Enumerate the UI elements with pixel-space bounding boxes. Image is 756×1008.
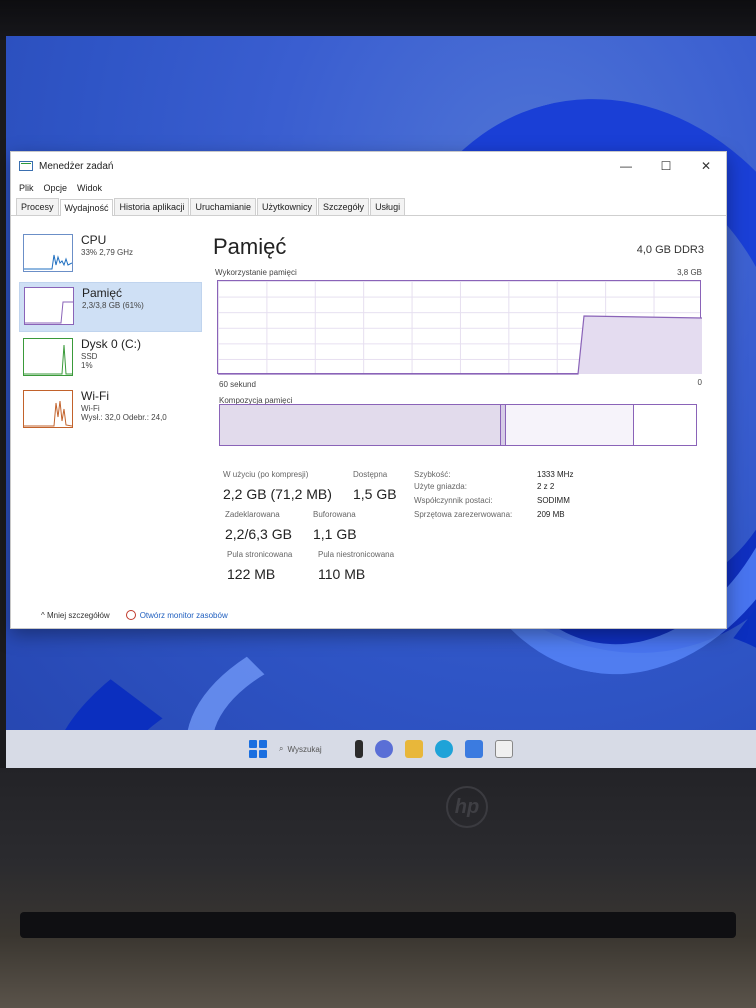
nonpaged-pool-label: Pula niestronicowana: [318, 550, 395, 559]
slots-label: Użyte gniazda:: [414, 482, 467, 491]
slots-value: 2 z 2: [537, 482, 555, 491]
fewer-details-button[interactable]: ^ Mniej szczegółów: [41, 611, 110, 620]
memory-composition-bar: [219, 404, 697, 446]
cpu-sparkline: [24, 254, 73, 270]
memory-mini-graph: [24, 287, 74, 325]
paged-pool-label: Pula stronicowana: [227, 550, 293, 559]
task-manager-taskbar-icon[interactable]: [495, 740, 513, 758]
available-label: Dostępna: [353, 470, 388, 479]
in-use-value: 2,2 GB (71,2 MB): [223, 486, 332, 502]
search-icon: ⌕: [279, 744, 284, 753]
disk-mini-graph: [23, 338, 73, 376]
committed-label: Zadeklarowana: [225, 510, 280, 519]
available-value: 1,5 GB: [353, 486, 397, 502]
usage-graph-max: 3,8 GB: [677, 268, 702, 277]
sidebar-item-wifi[interactable]: Wi-Fi Wi-Fi Wysł.: 32,0 Odebr.: 24,0: [19, 386, 202, 436]
disk-sparkline: [24, 344, 72, 375]
taskbar-search[interactable]: ⌕ Wyszukaj: [279, 739, 343, 759]
cached-label: Buforowana: [313, 510, 356, 519]
speed-value: 1333 MHz: [537, 470, 574, 479]
chat-icon[interactable]: [375, 740, 393, 758]
speed-label: Szybkość:: [414, 470, 451, 479]
tab-performance[interactable]: Wydajność: [59, 199, 114, 216]
sidebar-item-memory[interactable]: Pamięć 2,3/3,8 GB (61%): [19, 282, 202, 332]
resource-monitor-label: Otwórz monitor zasobów: [139, 610, 228, 620]
maximize-button[interactable]: ☐: [646, 159, 686, 173]
tab-processes[interactable]: Procesy: [16, 198, 59, 215]
menu-view[interactable]: Widok: [77, 183, 102, 193]
form-factor-label: Współczynnik postaci:: [414, 496, 493, 505]
nonpaged-pool-value: 110 MB: [318, 566, 366, 582]
committed-value: 2,2/6,3 GB: [225, 526, 292, 542]
wifi-mini-graph: [23, 390, 73, 428]
sidebar-wifi-adapter: Wi-Fi: [81, 403, 100, 413]
composition-in-use: [220, 405, 501, 445]
tab-services[interactable]: Usługi: [370, 198, 406, 215]
tab-bar: Procesy Wydajność Historia aplikacji Uru…: [11, 196, 726, 216]
sidebar-cpu-title: CPU: [81, 233, 107, 247]
in-use-label: W użyciu (po kompresji): [223, 470, 309, 479]
page-title: Pamięć: [213, 234, 287, 259]
sidebar-item-disk[interactable]: Dysk 0 (C:) SSD 1%: [19, 334, 202, 384]
resource-monitor-link[interactable]: Otwórz monitor zasobów: [125, 610, 228, 620]
tab-app-history[interactable]: Historia aplikacji: [114, 198, 190, 215]
file-explorer-icon[interactable]: [405, 740, 423, 758]
composition-standby: [505, 405, 635, 445]
window-title: Menedżer zadań: [39, 160, 114, 172]
laptop-function-keys: [20, 912, 736, 938]
memory-panel: Pamięć 4,0 GB DDR3 Wykorzystanie pamięci…: [211, 230, 716, 610]
time-axis-label: 60 sekund: [219, 380, 256, 389]
edge-browser-icon[interactable]: [435, 740, 453, 758]
paged-pool-value: 122 MB: [227, 566, 276, 582]
title-bar: Menedżer zadań — ☐ ✕: [11, 152, 726, 180]
wifi-sparkline: [24, 400, 73, 427]
hp-logo: hp: [446, 786, 488, 828]
performance-sidebar: CPU 33% 2,79 GHz Pamięć 2,3/3,8 GB (61%): [19, 230, 202, 440]
close-button[interactable]: ✕: [686, 159, 726, 173]
sidebar-memory-title: Pamięć: [82, 286, 123, 300]
resource-monitor-icon: [125, 610, 136, 620]
taskbar-search-label: Wyszukaj: [287, 744, 322, 754]
sidebar-disk-title: Dysk 0 (C:): [81, 337, 141, 351]
memory-usage-line: [218, 315, 703, 375]
cpu-mini-graph: [23, 234, 73, 272]
task-view-icon[interactable]: [355, 740, 363, 758]
usage-graph-label: Wykorzystanie pamięci: [215, 268, 297, 277]
start-button[interactable]: [249, 740, 267, 758]
taskbar: ⌕ Wyszukaj: [6, 730, 756, 768]
sidebar-wifi-title: Wi-Fi: [81, 389, 109, 403]
sidebar-disk-type: SSD: [81, 351, 98, 361]
tab-startup[interactable]: Uruchamianie: [190, 198, 257, 215]
chevron-up-icon: ^: [41, 610, 45, 620]
sidebar-disk-usage: 1%: [81, 360, 93, 370]
task-manager-window: Menedżer zadań — ☐ ✕ Plik Opcje Widok Pr…: [10, 151, 727, 629]
laptop-body: [0, 768, 756, 1008]
fewer-details-label: Mniej szczegółów: [47, 610, 110, 620]
sidebar-memory-usage: 2,3/3,8 GB (61%): [82, 300, 144, 310]
memory-sparkline: [25, 301, 73, 324]
cached-value: 1,1 GB: [313, 526, 357, 542]
store-icon[interactable]: [465, 740, 483, 758]
minimize-button[interactable]: —: [606, 159, 646, 173]
sidebar-wifi-throughput: Wysł.: 32,0 Odebr.: 24,0: [81, 412, 167, 422]
hardware-reserved-label: Sprzętowa zarezerwowana:: [414, 510, 513, 519]
memory-usage-graph: [217, 280, 703, 375]
composition-free: [634, 405, 696, 445]
form-factor-value: SODIMM: [537, 496, 570, 505]
graph-zero-label: 0: [697, 378, 702, 387]
window-footer: ^ Mniej szczegółów Otwórz monitor zasobó…: [41, 610, 228, 620]
memory-type: 4,0 GB DDR3: [636, 244, 704, 256]
windows-logo-icon: [249, 740, 257, 748]
menu-options[interactable]: Opcje: [44, 183, 68, 193]
tab-details[interactable]: Szczegóły: [318, 198, 370, 215]
sidebar-cpu-usage: 33% 2,79 GHz: [81, 247, 134, 257]
sidebar-item-cpu[interactable]: CPU 33% 2,79 GHz: [19, 230, 202, 280]
menu-bar: Plik Opcje Widok: [11, 180, 726, 196]
tab-users[interactable]: Użytkownicy: [257, 198, 318, 215]
laptop-bezel-top: [0, 0, 756, 40]
menu-file[interactable]: Plik: [19, 183, 34, 193]
hardware-reserved-value: 209 MB: [537, 510, 565, 519]
task-manager-icon: [19, 161, 33, 171]
